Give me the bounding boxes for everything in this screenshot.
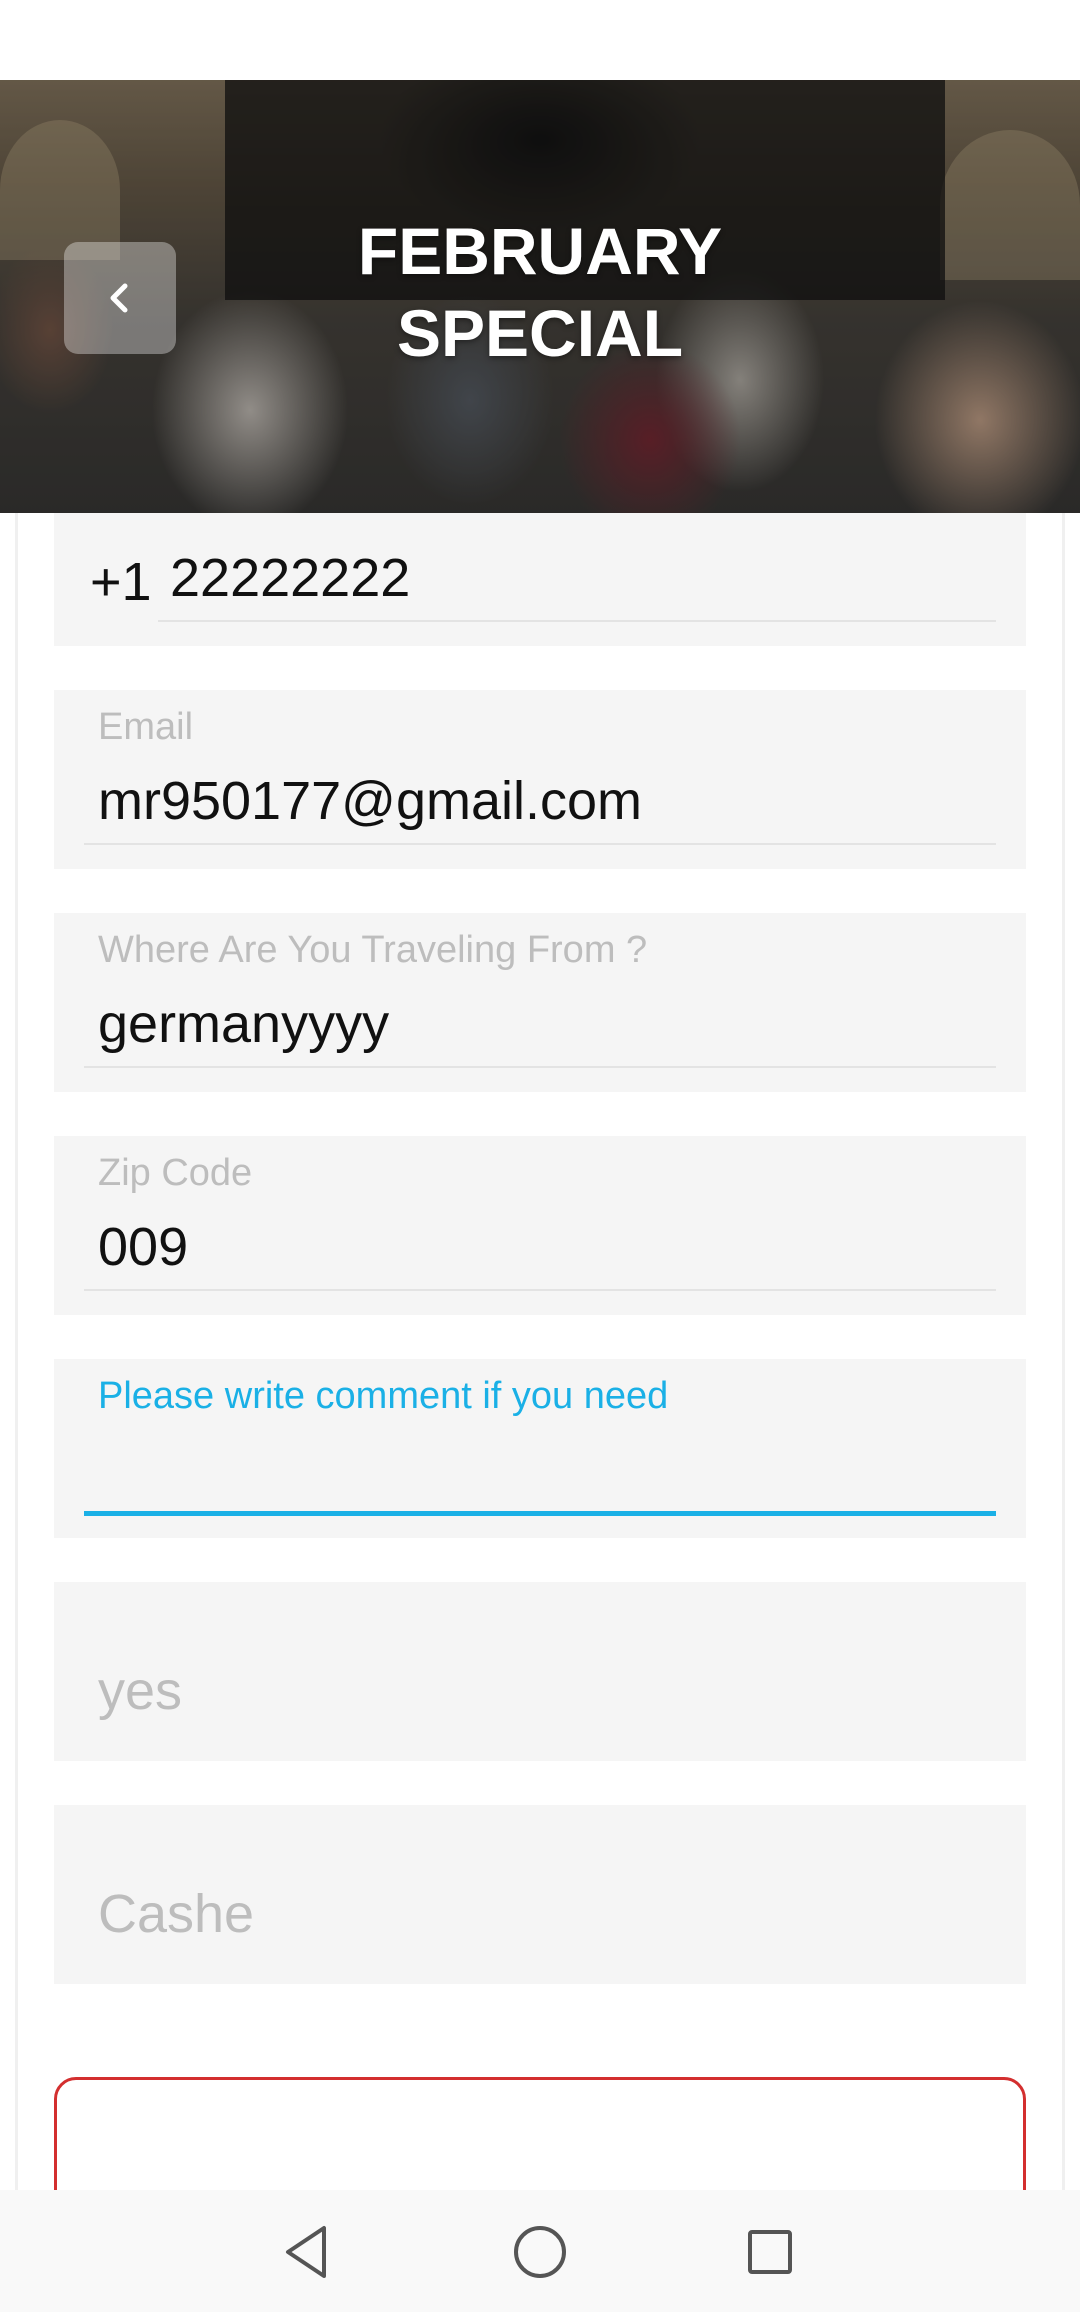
option-one-field[interactable]: yes: [54, 1582, 1026, 1761]
hero-banner: FEBRUARY SPECIAL: [0, 80, 1080, 513]
zip-code-label: Zip Code: [98, 1152, 253, 1194]
chevron-left-icon: [110, 283, 128, 313]
triangle-back-icon: [286, 2226, 326, 2278]
phone-field: +1 22222222: [54, 513, 1026, 646]
submit-button[interactable]: [54, 2077, 1026, 2190]
comment-field[interactable]: Please write comment if you need: [54, 1359, 1026, 1538]
back-button[interactable]: [64, 242, 176, 354]
payment-method-field[interactable]: Cashe: [54, 1805, 1026, 1984]
email-input[interactable]: mr950177@gmail.com: [98, 770, 642, 832]
phone-underline: [158, 620, 996, 622]
status-bar: [0, 0, 1080, 80]
email-field[interactable]: Email mr950177@gmail.com: [54, 690, 1026, 869]
zip-code-input[interactable]: 009: [98, 1216, 188, 1278]
zip-code-field[interactable]: Zip Code 009: [54, 1136, 1026, 1315]
nav-recents-button[interactable]: [738, 2220, 802, 2284]
country-code-prefix[interactable]: +1: [90, 551, 152, 613]
payment-method-placeholder: Cashe: [98, 1884, 255, 1944]
email-label: Email: [98, 706, 194, 748]
circle-home-icon: [514, 2226, 566, 2278]
nav-back-button[interactable]: [278, 2220, 342, 2284]
system-navigation-bar: [0, 2190, 1080, 2312]
phone-input[interactable]: 22222222: [170, 547, 410, 609]
option-one-placeholder: yes: [98, 1661, 183, 1721]
booking-form: +1 22222222 Email mr950177@gmail.com Whe…: [0, 513, 1080, 2190]
comment-focus-underline: [84, 1511, 996, 1516]
comment-label: Please write comment if you need: [98, 1375, 669, 1417]
nav-home-button[interactable]: [508, 2220, 572, 2284]
traveling-from-label: Where Are You Traveling From ?: [98, 929, 648, 971]
traveling-from-input[interactable]: germanyyyy: [98, 993, 389, 1055]
page-title: FEBRUARY SPECIAL: [357, 214, 723, 370]
square-recents-icon: [748, 2230, 792, 2274]
traveling-from-field[interactable]: Where Are You Traveling From ? germanyyy…: [54, 913, 1026, 1092]
